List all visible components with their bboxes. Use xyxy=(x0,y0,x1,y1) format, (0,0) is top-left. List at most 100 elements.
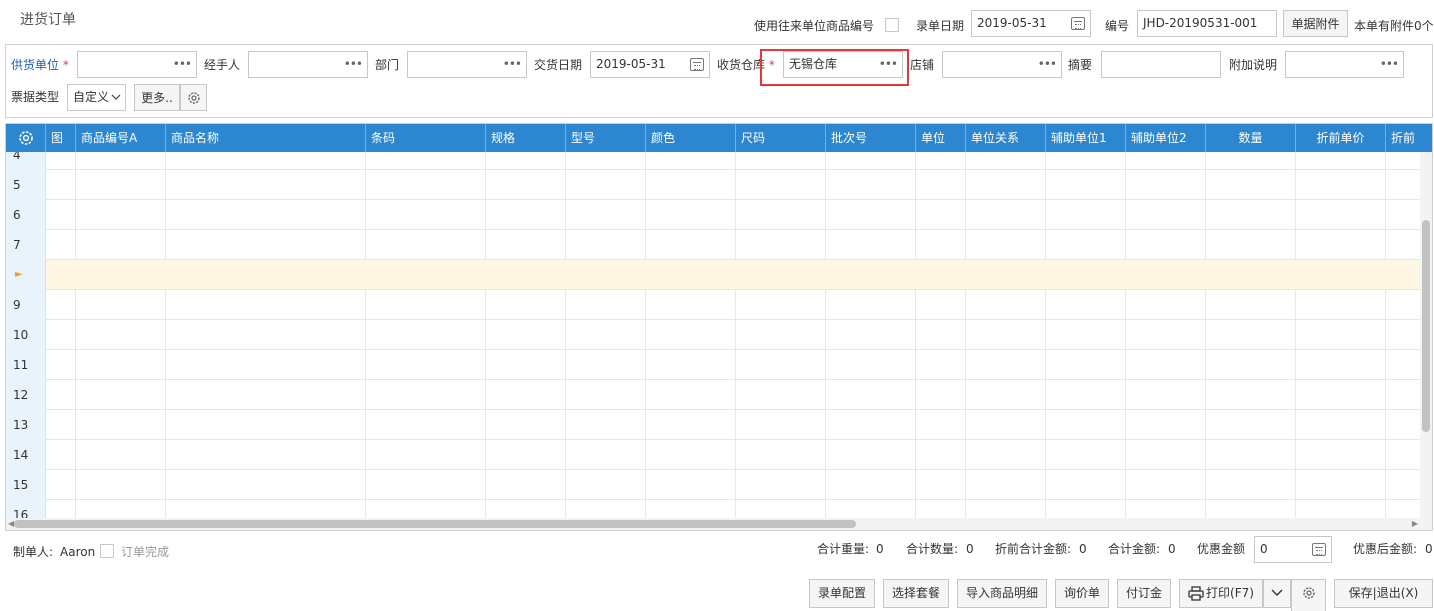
note-label: 附加说明 xyxy=(1229,58,1278,72)
total-qty-label: 合计数量: xyxy=(906,542,959,556)
more-dots-icon[interactable]: ••• xyxy=(1038,52,1057,76)
column-header-aux-unit-2[interactable]: 辅助单位2 xyxy=(1126,124,1206,152)
store-field[interactable]: ••• xyxy=(942,51,1062,78)
delivery-date-label: 交货日期 xyxy=(534,58,583,72)
print-label: 打印(F7) xyxy=(1206,586,1254,600)
column-header-pre-extra[interactable]: 折前 xyxy=(1386,124,1432,152)
maker-label: 制单人: xyxy=(13,545,54,559)
more-dots-icon[interactable]: ••• xyxy=(173,52,192,76)
use-partner-code-checkbox[interactable] xyxy=(885,18,899,32)
code-value: JHD-20190531-001 xyxy=(1143,16,1258,30)
more-dots-icon[interactable]: ••• xyxy=(1380,52,1399,76)
total-qty-value: 0 xyxy=(966,542,974,556)
table-row[interactable]: 15 xyxy=(6,470,1422,500)
column-header-name[interactable]: 商品名称 xyxy=(166,124,366,152)
column-header-size[interactable]: 尺码 xyxy=(736,124,826,152)
note-field[interactable]: ••• xyxy=(1285,51,1404,78)
row-number: 11 xyxy=(6,350,46,380)
table-row[interactable]: 6 xyxy=(6,200,1422,230)
deposit-button[interactable]: 付订金 xyxy=(1117,579,1171,608)
row-number: 4 xyxy=(6,152,46,170)
total-amount-label: 合计金额: xyxy=(1108,542,1161,556)
print-button[interactable]: 打印(F7) xyxy=(1179,579,1263,608)
handler-label: 经手人 xyxy=(204,58,241,72)
table-row[interactable]: 12 xyxy=(6,380,1422,410)
table-row[interactable]: ► xyxy=(6,260,1422,290)
gear-icon xyxy=(1302,587,1315,599)
supplier-field[interactable]: ••• xyxy=(77,51,197,78)
select-package-button[interactable]: 选择套餐 xyxy=(883,579,949,608)
order-done-label: 订单完成 xyxy=(121,545,170,559)
horizontal-scroll-thumb[interactable] xyxy=(14,520,856,528)
table-row[interactable]: 11 xyxy=(6,350,1422,380)
attachment-button[interactable]: 单据附件 xyxy=(1283,10,1348,37)
table-row[interactable]: 7 xyxy=(6,230,1422,260)
chevron-down-icon xyxy=(111,94,121,100)
table-row[interactable]: 4 xyxy=(6,152,1422,170)
column-header-spec[interactable]: 规格 xyxy=(486,124,566,152)
more-dots-icon[interactable]: ••• xyxy=(503,52,522,76)
warehouse-highlight-box xyxy=(760,49,909,86)
total-weight-label: 合计重量: xyxy=(817,542,870,556)
row-number: 16 xyxy=(6,500,46,518)
column-header-unit[interactable]: 单位 xyxy=(916,124,966,152)
column-header-model[interactable]: 型号 xyxy=(566,124,646,152)
column-header-qty[interactable]: 数量 xyxy=(1206,124,1296,152)
inquiry-button[interactable]: 询价单 xyxy=(1055,579,1109,608)
summary-field[interactable] xyxy=(1101,51,1221,78)
scroll-right-icon[interactable]: ▶ xyxy=(1412,519,1418,528)
more-button[interactable]: 更多.. xyxy=(134,84,180,111)
table-row[interactable]: 13 xyxy=(6,410,1422,440)
column-header-img[interactable]: 图 xyxy=(46,124,76,152)
row-number: 14 xyxy=(6,440,46,470)
print-dropdown-button[interactable] xyxy=(1263,579,1291,608)
row-number: 10 xyxy=(6,320,46,350)
import-details-button[interactable]: 导入商品明细 xyxy=(957,579,1047,608)
pre-total-value: 0 xyxy=(1079,542,1087,556)
entry-config-button[interactable]: 录单配置 xyxy=(809,579,875,608)
column-header-barcode[interactable]: 条码 xyxy=(366,124,486,152)
dept-field[interactable]: ••• xyxy=(407,51,527,78)
table-row[interactable]: 10 xyxy=(6,320,1422,350)
column-header-code[interactable]: 商品编号A xyxy=(76,124,166,152)
more-dots-icon[interactable]: ••• xyxy=(344,52,363,76)
doc-type-value: 自定义 xyxy=(73,90,110,104)
page-title: 进货订单 xyxy=(20,12,76,28)
column-settings-button[interactable] xyxy=(6,124,46,152)
calendar-icon[interactable] xyxy=(1071,17,1085,30)
save-exit-button[interactable]: 保存|退出(X) xyxy=(1334,579,1433,608)
vertical-scroll-thumb[interactable] xyxy=(1422,220,1430,432)
delivery-date-field[interactable]: 2019-05-31 xyxy=(590,51,710,78)
horizontal-scrollbar[interactable]: ◀ ▶ xyxy=(6,518,1432,530)
total-weight-value: 0 xyxy=(876,542,884,556)
supplier-label: 供货单位 * xyxy=(11,58,69,72)
column-header-color[interactable]: 颜色 xyxy=(646,124,736,152)
row-number: 12 xyxy=(6,380,46,410)
pre-total-label: 折前合计金额: xyxy=(995,542,1072,556)
column-header-batch[interactable]: 批次号 xyxy=(826,124,916,152)
calendar-icon[interactable] xyxy=(690,58,704,71)
print-settings-button[interactable] xyxy=(1291,579,1326,611)
calculator-icon[interactable] xyxy=(1312,543,1326,556)
store-label: 店铺 xyxy=(910,58,935,72)
code-field[interactable]: JHD-20190531-001 xyxy=(1137,10,1277,37)
entry-date-field[interactable]: 2019-05-31 xyxy=(971,10,1091,37)
vertical-scrollbar[interactable] xyxy=(1420,152,1432,518)
entry-date-label: 录单日期 xyxy=(916,19,965,33)
table-row[interactable]: 5 xyxy=(6,170,1422,200)
total-amount-value: 0 xyxy=(1168,542,1176,556)
column-header-unit-relation[interactable]: 单位关系 xyxy=(966,124,1046,152)
product-grid[interactable]: 图商品编号A 商品名称 条码 规格 型号 颜色 尺码 批次号 单位 单位关系 辅助单位1 辅助单位2 数… xyxy=(5,123,1433,531)
table-row[interactable]: 16 xyxy=(6,500,1422,518)
table-row[interactable]: 9 xyxy=(6,290,1422,320)
column-header-pre-price[interactable]: 折前单价 xyxy=(1296,124,1386,152)
doc-type-select[interactable]: 自定义 xyxy=(67,84,126,111)
handler-field[interactable]: ••• xyxy=(248,51,368,78)
row-number: 13 xyxy=(6,410,46,440)
column-header-aux-unit-1[interactable]: 辅助单位1 xyxy=(1046,124,1126,152)
current-row-indicator: ► xyxy=(6,260,46,290)
discount-input[interactable]: 0 xyxy=(1254,536,1332,563)
order-done-checkbox[interactable] xyxy=(100,544,114,558)
filter-settings-button[interactable] xyxy=(180,84,207,111)
table-row[interactable]: 14 xyxy=(6,440,1422,470)
